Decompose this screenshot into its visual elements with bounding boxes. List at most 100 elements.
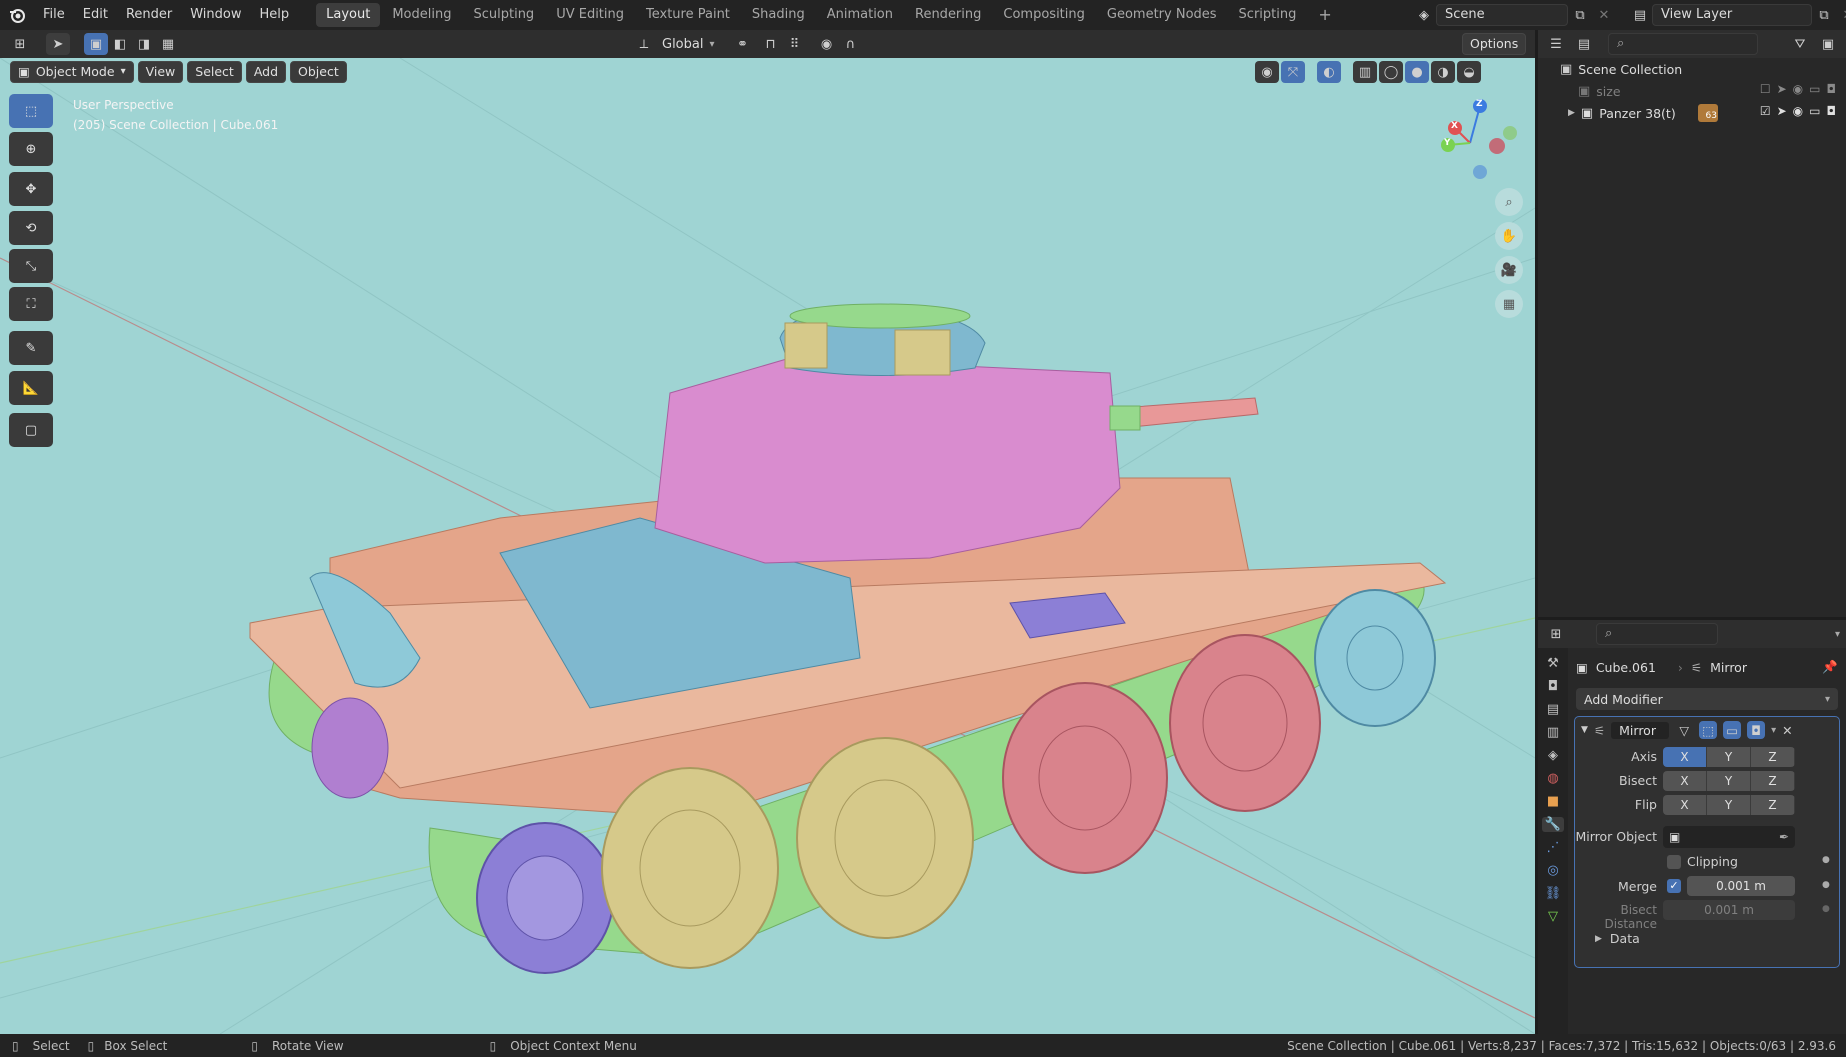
menu-window[interactable]: Window [181,0,250,30]
blender-logo-icon[interactable] [0,0,34,30]
properties-search-input[interactable]: ⌕ [1596,623,1718,645]
chevron-down-icon[interactable]: ▾ [1771,725,1776,736]
flip-z-button[interactable]: Z [1751,795,1795,815]
menu-file[interactable]: File [34,0,74,30]
close-icon[interactable]: ✕ [1782,723,1792,738]
tab-sculpting[interactable]: Sculpting [463,3,544,27]
snap-toggle-icon[interactable]: ⊓ [759,33,783,55]
select-box-tool[interactable]: ⬚ [9,94,53,128]
on-cage-toggle-icon[interactable]: ⬚ [1699,721,1718,739]
mirror-object-field[interactable]: ▣ ✒ [1663,826,1795,848]
eye-icon[interactable]: ◉ [1793,82,1803,96]
axis-x-button[interactable]: X [1663,747,1707,767]
tab-scripting[interactable]: Scripting [1229,3,1307,27]
scene-icon[interactable]: ◈ [1412,4,1436,26]
axis-y-button[interactable]: Y [1707,747,1751,767]
viewport-toggle-icon[interactable]: ▭ [1723,721,1742,739]
navigation-gizmo[interactable]: Z X Y [1430,98,1520,188]
menu-add[interactable]: Add [245,61,287,83]
add-cube-tool[interactable]: ▢ [9,413,53,447]
menu-select[interactable]: Select [187,61,242,83]
eye-icon[interactable]: ◉ [1793,104,1803,118]
pivot-point-icon[interactable]: ⚭ [731,33,755,55]
ortho-toggle-icon[interactable]: ▦ [1495,290,1523,318]
properties-editor-type-icon[interactable]: ⊞ [1544,623,1568,645]
view-layer-tab-icon[interactable]: ▥ [1547,725,1559,740]
copy-view-layer-icon[interactable]: ⧉ [1812,4,1836,26]
select-tool-icon[interactable]: ➤ [46,33,70,55]
expand-arrow-icon[interactable]: ▶ [1568,108,1575,118]
data-tab-icon[interactable]: ▽ [1548,909,1558,924]
world-tab-icon[interactable]: ◍ [1547,771,1558,786]
scene-name-field[interactable]: Scene [1436,4,1568,26]
exclude-checkbox-icon[interactable]: ☑ [1760,104,1771,118]
menu-object[interactable]: Object [290,61,347,83]
selectable-arrow-icon[interactable]: ➤ [1777,82,1787,96]
merge-checkbox[interactable]: ✓ [1667,879,1681,893]
scale-tool[interactable]: ⤡ [9,249,53,283]
material-shading-icon[interactable]: ◑ [1431,61,1455,83]
rendered-shading-icon[interactable]: ◒ [1457,61,1481,83]
monitor-icon[interactable]: ▭ [1809,82,1820,96]
select-mode-subtract-icon[interactable]: ◨ [132,33,156,55]
bisect-distance-field[interactable]: 0.001 m [1663,900,1795,920]
bisect-z-button[interactable]: Z [1751,771,1795,791]
tab-shading[interactable]: Shading [742,3,815,27]
data-subpanel-header[interactable]: ▶ Data [1595,931,1640,946]
options-dropdown[interactable]: Options [1462,33,1527,55]
close-view-layer-icon[interactable]: ✕ [1836,4,1846,26]
measure-tool[interactable]: 📐 [9,371,53,405]
rotate-tool[interactable]: ⟲ [9,211,53,245]
render-tab-icon[interactable]: ◘ [1548,679,1558,694]
scene-tab-icon[interactable]: ◈ [1548,748,1558,763]
outliner-editor-type-icon[interactable]: ☰ [1544,33,1568,55]
annotate-tool[interactable]: ✎ [9,331,53,365]
tab-texture-paint[interactable]: Texture Paint [636,3,740,27]
snap-target-icon[interactable]: ⠿ [783,33,807,55]
eyedropper-icon[interactable]: ✒ [1779,830,1789,844]
tab-compositing[interactable]: Compositing [993,3,1095,27]
edit-mode-toggle-icon[interactable]: ▽ [1675,721,1693,739]
render-toggle-icon[interactable]: ◘ [1747,721,1766,739]
solid-shading-icon[interactable]: ● [1405,61,1429,83]
tab-layout[interactable]: Layout [316,3,381,27]
select-mode-new-icon[interactable]: ▣ [84,33,108,55]
merge-distance-field[interactable]: 0.001 m [1687,876,1795,896]
visibility-icon[interactable]: ◉ [1255,61,1279,83]
keyframe-dot-icon[interactable]: ● [1822,880,1830,890]
output-tab-icon[interactable]: ▤ [1547,702,1559,717]
filter-icon[interactable]: ⛛ [1788,33,1812,55]
transform-orientation-icon[interactable]: ⟂ [632,33,656,55]
collapse-arrow-icon[interactable]: ▼ [1581,725,1588,735]
modifier-tab-icon[interactable]: 🔧 [1541,817,1565,832]
flip-y-button[interactable]: Y [1707,795,1751,815]
select-mode-intersect-icon[interactable]: ▦ [156,33,180,55]
camera-view-icon[interactable]: 🎥 [1495,256,1523,284]
camera-icon[interactable]: ◘ [1827,104,1837,118]
tab-uv-editing[interactable]: UV Editing [546,3,634,27]
add-workspace-button[interactable]: + [1308,3,1341,27]
outliner-search-input[interactable]: ⌕ [1608,33,1758,55]
add-modifier-dropdown[interactable]: Add Modifier ▾ [1576,688,1838,710]
view-layer-field[interactable]: View Layer [1652,4,1812,26]
modifier-name-field[interactable]: Mirror [1611,721,1670,739]
camera-icon[interactable]: ◘ [1827,82,1837,96]
move-tool[interactable]: ✥ [9,172,53,206]
editor-type-icon[interactable]: ⊞ [8,33,32,55]
menu-edit[interactable]: Edit [74,0,117,30]
monitor-icon[interactable]: ▭ [1809,104,1820,118]
bisect-x-button[interactable]: X [1663,771,1707,791]
object-tab-icon[interactable]: ■ [1547,794,1559,809]
wireframe-shading-icon[interactable]: ◯ [1379,61,1403,83]
tab-modeling[interactable]: Modeling [382,3,461,27]
selectable-arrow-icon[interactable]: ➤ [1777,104,1787,118]
physics-tab-icon[interactable]: ◎ [1547,863,1558,878]
constraints-tab-icon[interactable]: ⛓ [1545,886,1562,901]
tool-tab-icon[interactable]: ⚒ [1547,656,1559,671]
bisect-y-button[interactable]: Y [1707,771,1751,791]
falloff-icon[interactable]: ∩ [839,33,863,55]
display-mode-icon[interactable]: ▤ [1572,33,1596,55]
menu-render[interactable]: Render [117,0,181,30]
menu-help[interactable]: Help [251,0,299,30]
axis-z-button[interactable]: Z [1751,747,1795,767]
